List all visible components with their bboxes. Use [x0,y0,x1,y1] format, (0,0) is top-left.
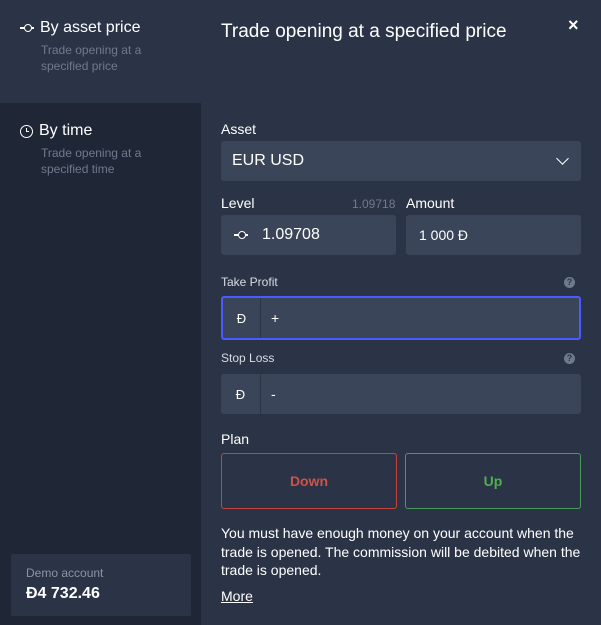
stop-loss-input[interactable]: Đ - [221,374,581,414]
close-button[interactable]: × [568,15,579,36]
sidebar-option-by-asset-price[interactable]: By asset price Trade opening at a specif… [0,0,201,103]
chevron-down-icon [556,152,569,165]
price-level-icon [234,230,248,240]
stop-loss-sign: - [271,386,276,402]
current-level-hint: 1.09718 [352,197,396,211]
level-label: Level [221,195,255,211]
asset-select[interactable]: EUR USD [221,141,581,181]
more-link[interactable]: More [221,588,253,604]
asset-select-value: EUR USD [232,152,305,169]
up-button[interactable]: Up [405,453,581,509]
option-description: Trade opening at a specified time [41,146,142,176]
amount-input[interactable]: 1 000 Đ [406,215,581,255]
option-title: By time [20,122,92,140]
option-title-text: By asset price [40,19,141,36]
take-profit-input[interactable]: Đ + [221,296,581,340]
stop-loss-currency[interactable]: Đ [221,374,261,414]
option-title-text: By time [39,122,93,139]
take-profit-label: Take Profit [221,275,278,289]
take-profit-sign: + [271,310,280,326]
mode-sidebar: By asset price Trade opening at a specif… [0,0,201,625]
commission-note: You must have enough money on your accou… [221,525,581,578]
option-description: Trade opening at a specified price [41,43,142,73]
asset-label: Asset [221,121,257,137]
option-title: By asset price [20,19,140,37]
demo-account-label: Demo account [26,566,104,580]
plan-label: Plan [221,431,250,447]
clock-icon [20,124,33,138]
stop-loss-label: Stop Loss [221,351,275,365]
stop-loss-help-icon[interactable]: ? [564,353,575,364]
amount-label: Amount [406,195,455,211]
down-button[interactable]: Down [221,453,397,509]
demo-account-balance: Đ4 732.46 [26,585,100,602]
level-input[interactable]: 1.09708 [221,215,396,255]
take-profit-help-icon[interactable]: ? [564,277,575,288]
demo-account-card: Demo account Đ4 732.46 [11,554,191,616]
take-profit-currency[interactable]: Đ [223,298,261,338]
level-value: 1.09708 [262,226,320,243]
page-title: Trade opening at a specified price [221,21,507,42]
amount-value: 1 000 Đ [419,227,469,243]
price-level-icon [20,23,34,33]
